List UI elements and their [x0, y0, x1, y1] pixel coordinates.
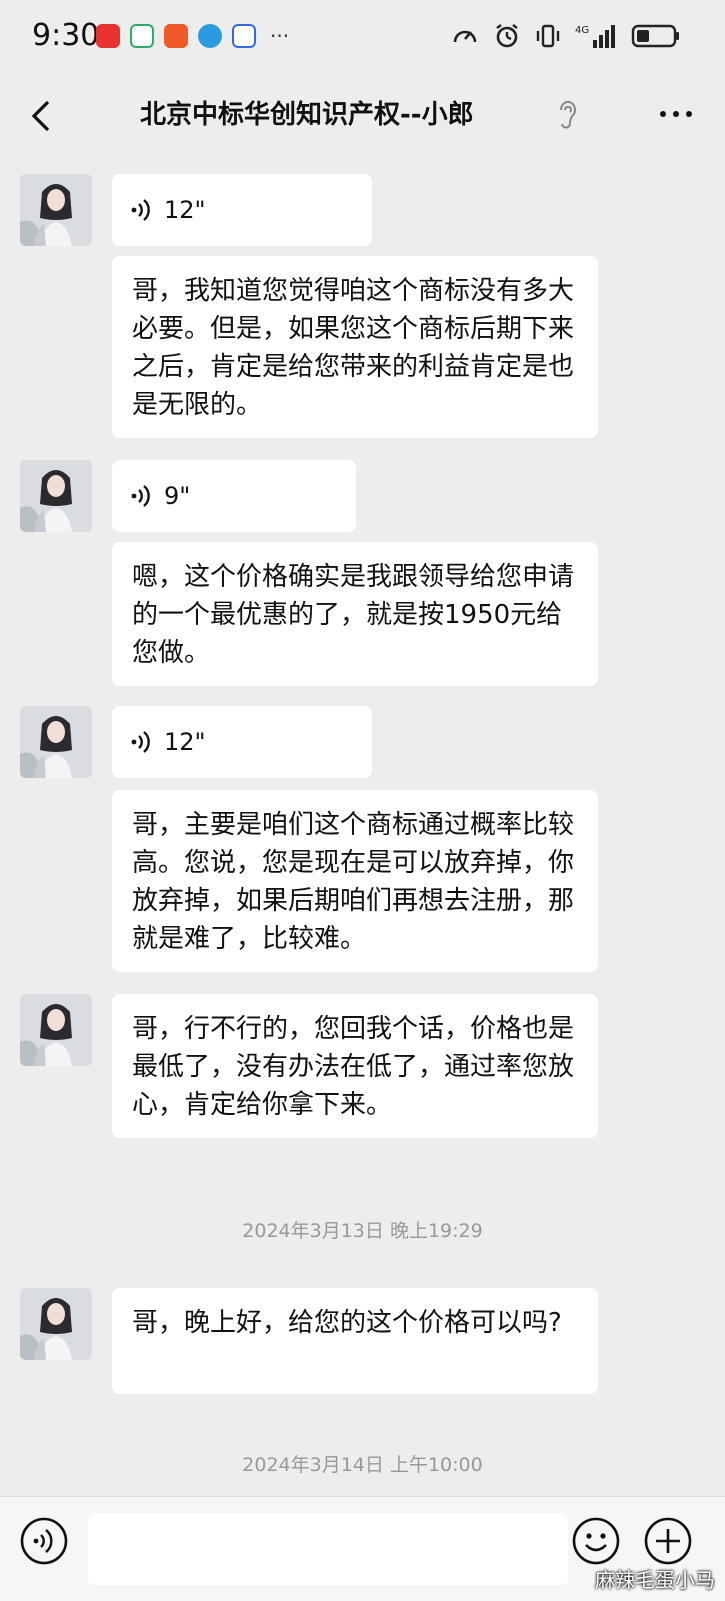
voice-icon — [20, 1517, 68, 1565]
speedometer-icon — [453, 30, 477, 43]
avatar-image — [20, 706, 92, 778]
text-message[interactable]: 哥，我知道您觉得咱这个商标没有多大必要。但是，如果您这个商标后期下来之后，肯定是… — [112, 256, 598, 438]
emoji-button[interactable] — [570, 1515, 622, 1567]
voice-message[interactable]: 9" — [112, 460, 356, 532]
message-input[interactable] — [88, 1513, 568, 1585]
avatar-image — [20, 994, 92, 1066]
status-time: 9:30 — [32, 18, 100, 53]
vibrate-icon — [536, 24, 560, 48]
voice-wave-icon — [131, 199, 150, 221]
emoji-icon — [572, 1517, 620, 1565]
voice-duration: 12" — [164, 196, 206, 224]
avatar[interactable] — [20, 706, 92, 778]
voice-wave-icon — [131, 731, 150, 753]
text-message[interactable]: 嗯，这个价格确实是我跟领导给您申请的一个最优惠的了，就是按1950元给您做。 — [112, 542, 598, 686]
avatar[interactable] — [20, 1288, 92, 1360]
timestamp: 2024年3月13日 晚上19:29 — [242, 1220, 483, 1242]
status-bar: 9:30 ··· 4G — [0, 0, 725, 76]
app-icon — [96, 24, 120, 48]
more-dots-icon — [660, 111, 666, 117]
avatar[interactable] — [20, 994, 92, 1066]
signal-icon: 4G — [575, 25, 615, 48]
more-notifications: ··· — [270, 24, 290, 48]
browser-icon — [198, 24, 222, 48]
watermark: 麻辣毛蛋小马 — [595, 1568, 715, 1592]
back-button[interactable] — [26, 94, 66, 138]
input-bar: 麻辣毛蛋小马 — [0, 1496, 725, 1601]
chat-title: 北京中标华创知识产权--小郎 — [140, 100, 474, 130]
voice-duration: 9" — [164, 482, 191, 510]
shop-icon — [164, 24, 188, 48]
system-icons: 4G — [451, 22, 681, 50]
avatar-image — [20, 1288, 92, 1360]
chevron-left-icon — [31, 100, 50, 132]
plus-icon — [644, 1517, 692, 1565]
voice-message[interactable]: 12" — [112, 174, 372, 246]
chat-header: 北京中标华创知识产权--小郎 — [0, 76, 725, 156]
network-type: 4G — [575, 25, 589, 36]
ear-icon — [559, 100, 576, 129]
avatar[interactable] — [20, 460, 92, 532]
notification-icons: ··· — [96, 24, 289, 48]
plus-button[interactable] — [642, 1515, 694, 1567]
text-message[interactable]: 哥，主要是咱们这个商标通过概率比较高。您说，您是现在是可以放弃掉，你放弃掉，如果… — [112, 790, 598, 972]
baidu-icon — [232, 24, 256, 48]
voice-message[interactable]: 12" — [112, 706, 372, 778]
battery-icon — [631, 24, 679, 48]
alarm-icon — [496, 24, 518, 48]
chat-icon — [130, 24, 154, 48]
voice-toggle-button[interactable] — [18, 1515, 70, 1567]
avatar[interactable] — [20, 174, 92, 246]
text-message[interactable]: 哥，行不行的，您回我个话，价格也是最低了，没有办法在低了，通过率您放心，肯定给你… — [112, 994, 598, 1138]
voice-wave-icon — [131, 485, 150, 507]
voice-duration: 12" — [164, 728, 206, 756]
avatar-image — [20, 460, 92, 532]
text-message[interactable]: 哥，晚上好，给您的这个价格可以吗? — [112, 1288, 598, 1394]
more-button[interactable] — [652, 90, 700, 138]
timestamp: 2024年3月14日 上午10:00 — [242, 1454, 483, 1476]
avatar-image — [20, 174, 92, 246]
